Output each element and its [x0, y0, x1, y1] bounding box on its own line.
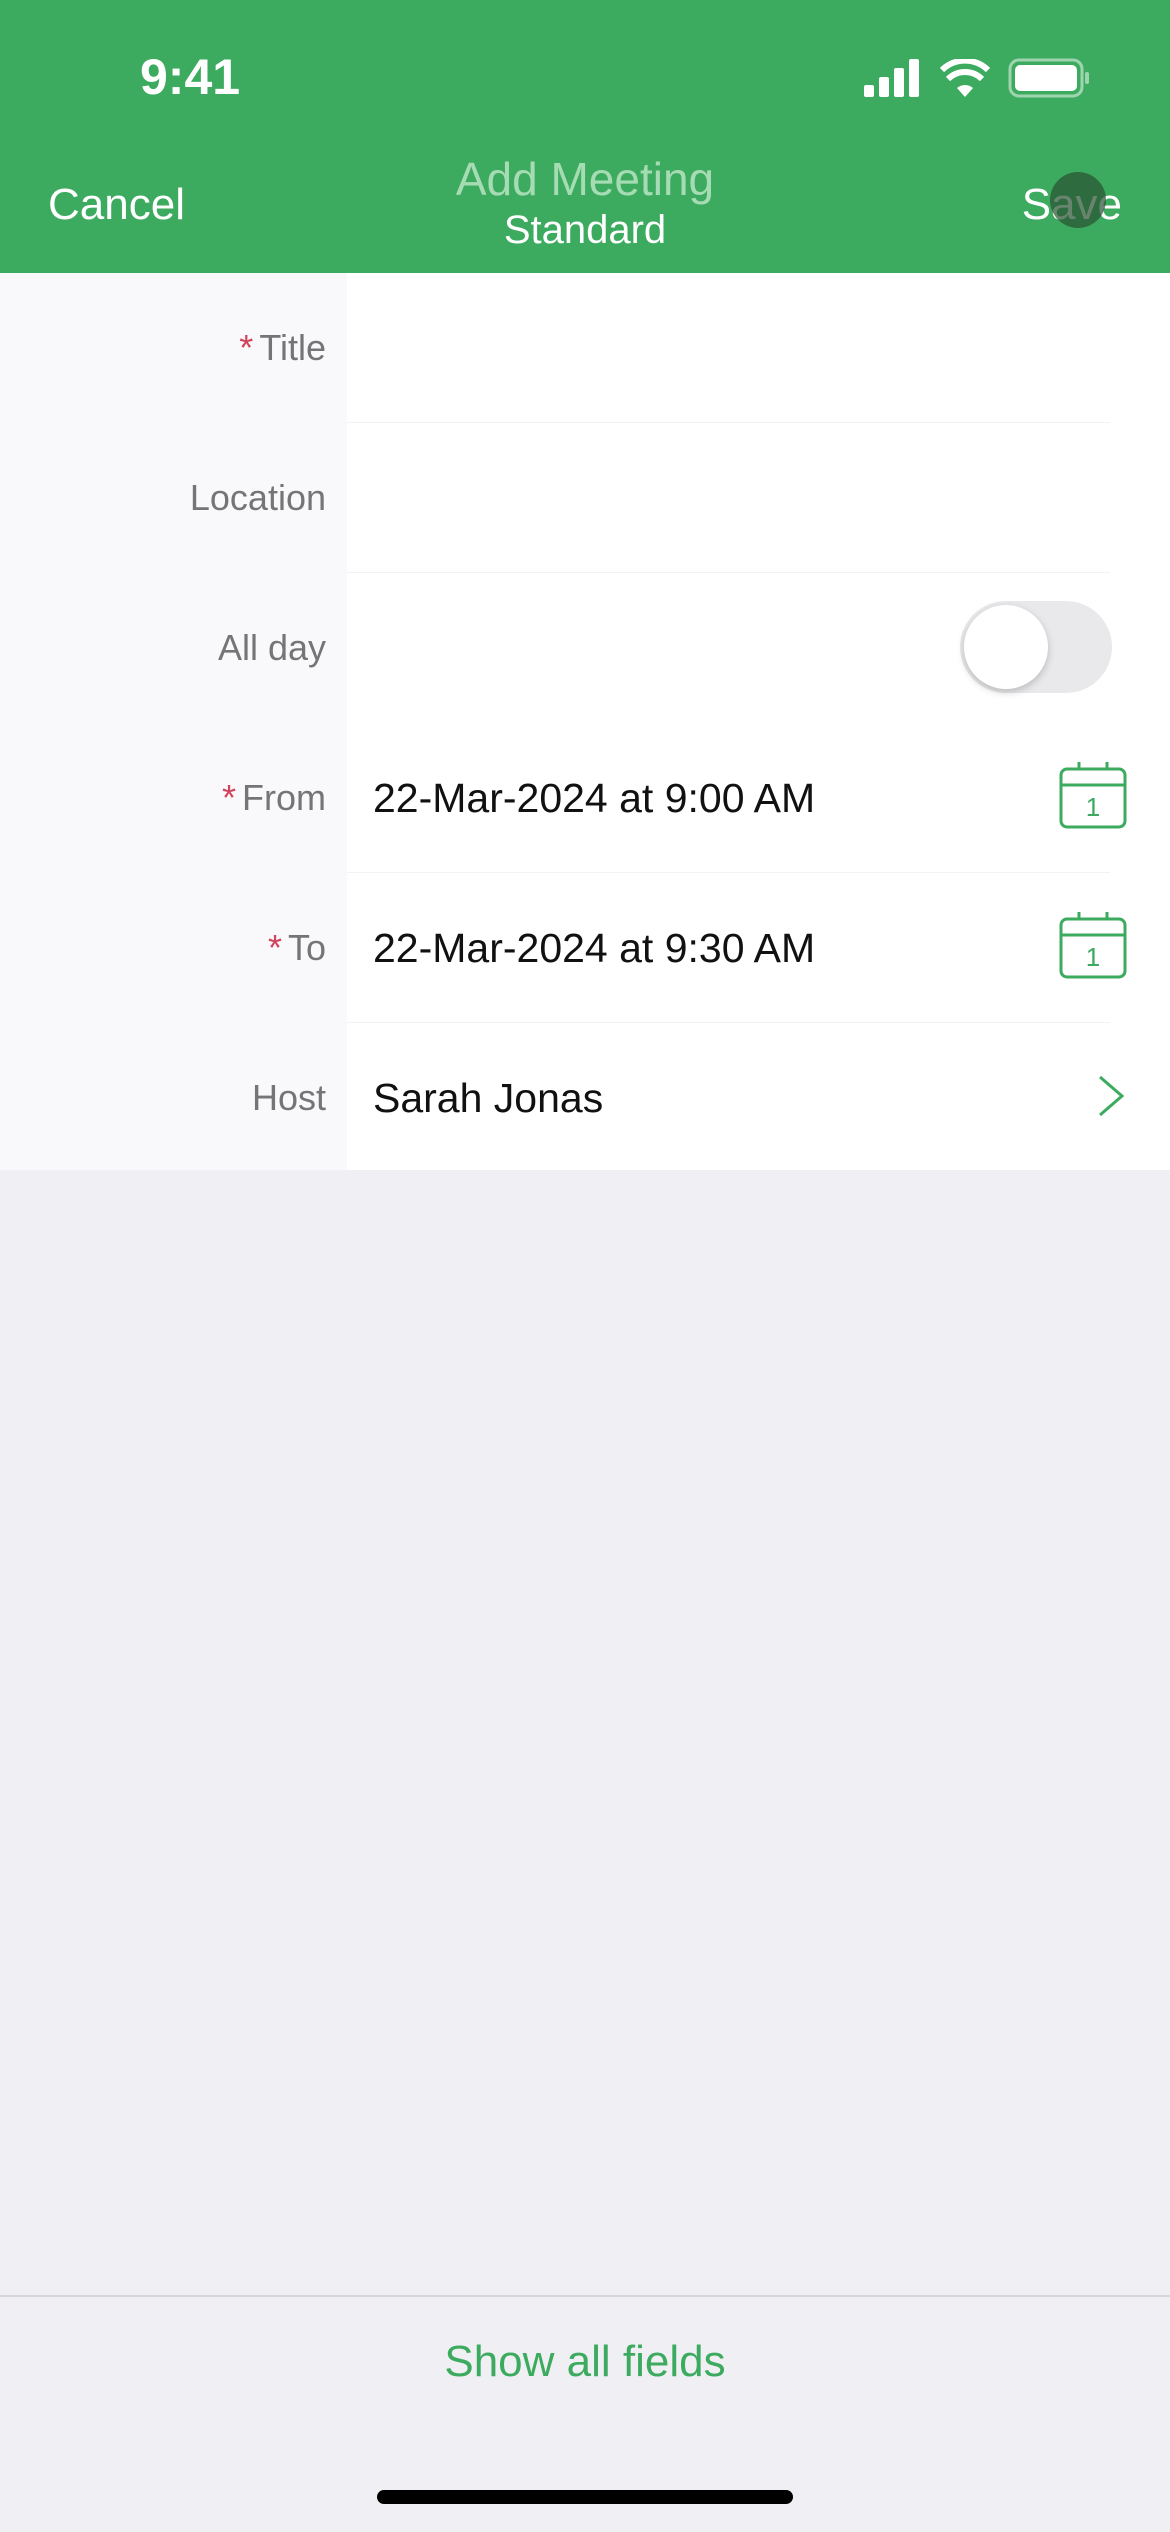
- title-row[interactable]: * Title: [0, 273, 1170, 423]
- title-label: Title: [259, 327, 326, 368]
- page-title: Add Meeting: [455, 153, 715, 205]
- to-value[interactable]: 22-Mar-2024 at 9:30 AM: [373, 873, 815, 1023]
- home-indicator[interactable]: [377, 2490, 793, 2504]
- calendar-icon[interactable]: 1: [1058, 911, 1128, 981]
- battery-icon: [1008, 58, 1089, 98]
- from-label: From: [242, 777, 326, 818]
- all-day-row: All day: [0, 573, 1170, 723]
- calendar-icon[interactable]: 1: [1058, 761, 1128, 831]
- all-day-toggle[interactable]: [960, 601, 1112, 693]
- wifi-icon: [940, 59, 990, 97]
- from-row[interactable]: * From 22-Mar-2024 at 9:00 AM 1: [0, 723, 1170, 873]
- status-time: 9:41: [140, 49, 241, 105]
- signal-icon: [864, 59, 919, 97]
- host-value[interactable]: Sarah Jonas: [373, 1023, 603, 1173]
- location-row[interactable]: Location: [0, 423, 1170, 573]
- show-all-fields-button[interactable]: Show all fields: [0, 2337, 1170, 2387]
- location-label: Location: [189, 477, 326, 518]
- host-label: Host: [251, 1077, 326, 1118]
- layout-subtitle[interactable]: Standard: [0, 208, 1170, 253]
- required-marker: *: [239, 327, 254, 368]
- to-label: To: [287, 927, 326, 968]
- meeting-form: * Title Location All day * From 22-Mar-202…: [0, 273, 1170, 1170]
- chevron-right-icon[interactable]: [1096, 1075, 1126, 1117]
- host-row[interactable]: Host Sarah Jonas: [0, 1023, 1170, 1173]
- touch-indicator: [1050, 172, 1106, 228]
- status-icons: [864, 58, 1090, 98]
- from-value[interactable]: 22-Mar-2024 at 9:00 AM: [373, 723, 815, 873]
- title-input[interactable]: [373, 273, 1113, 423]
- to-row[interactable]: * To 22-Mar-2024 at 9:30 AM 1: [0, 873, 1170, 1023]
- location-input[interactable]: [373, 423, 1113, 573]
- svg-text:1: 1: [1086, 792, 1100, 822]
- all-day-label: All day: [217, 627, 326, 668]
- nav-header: 9:41 Cancel Add Meeting Standard Save: [0, 0, 1170, 273]
- svg-text:1: 1: [1086, 942, 1100, 972]
